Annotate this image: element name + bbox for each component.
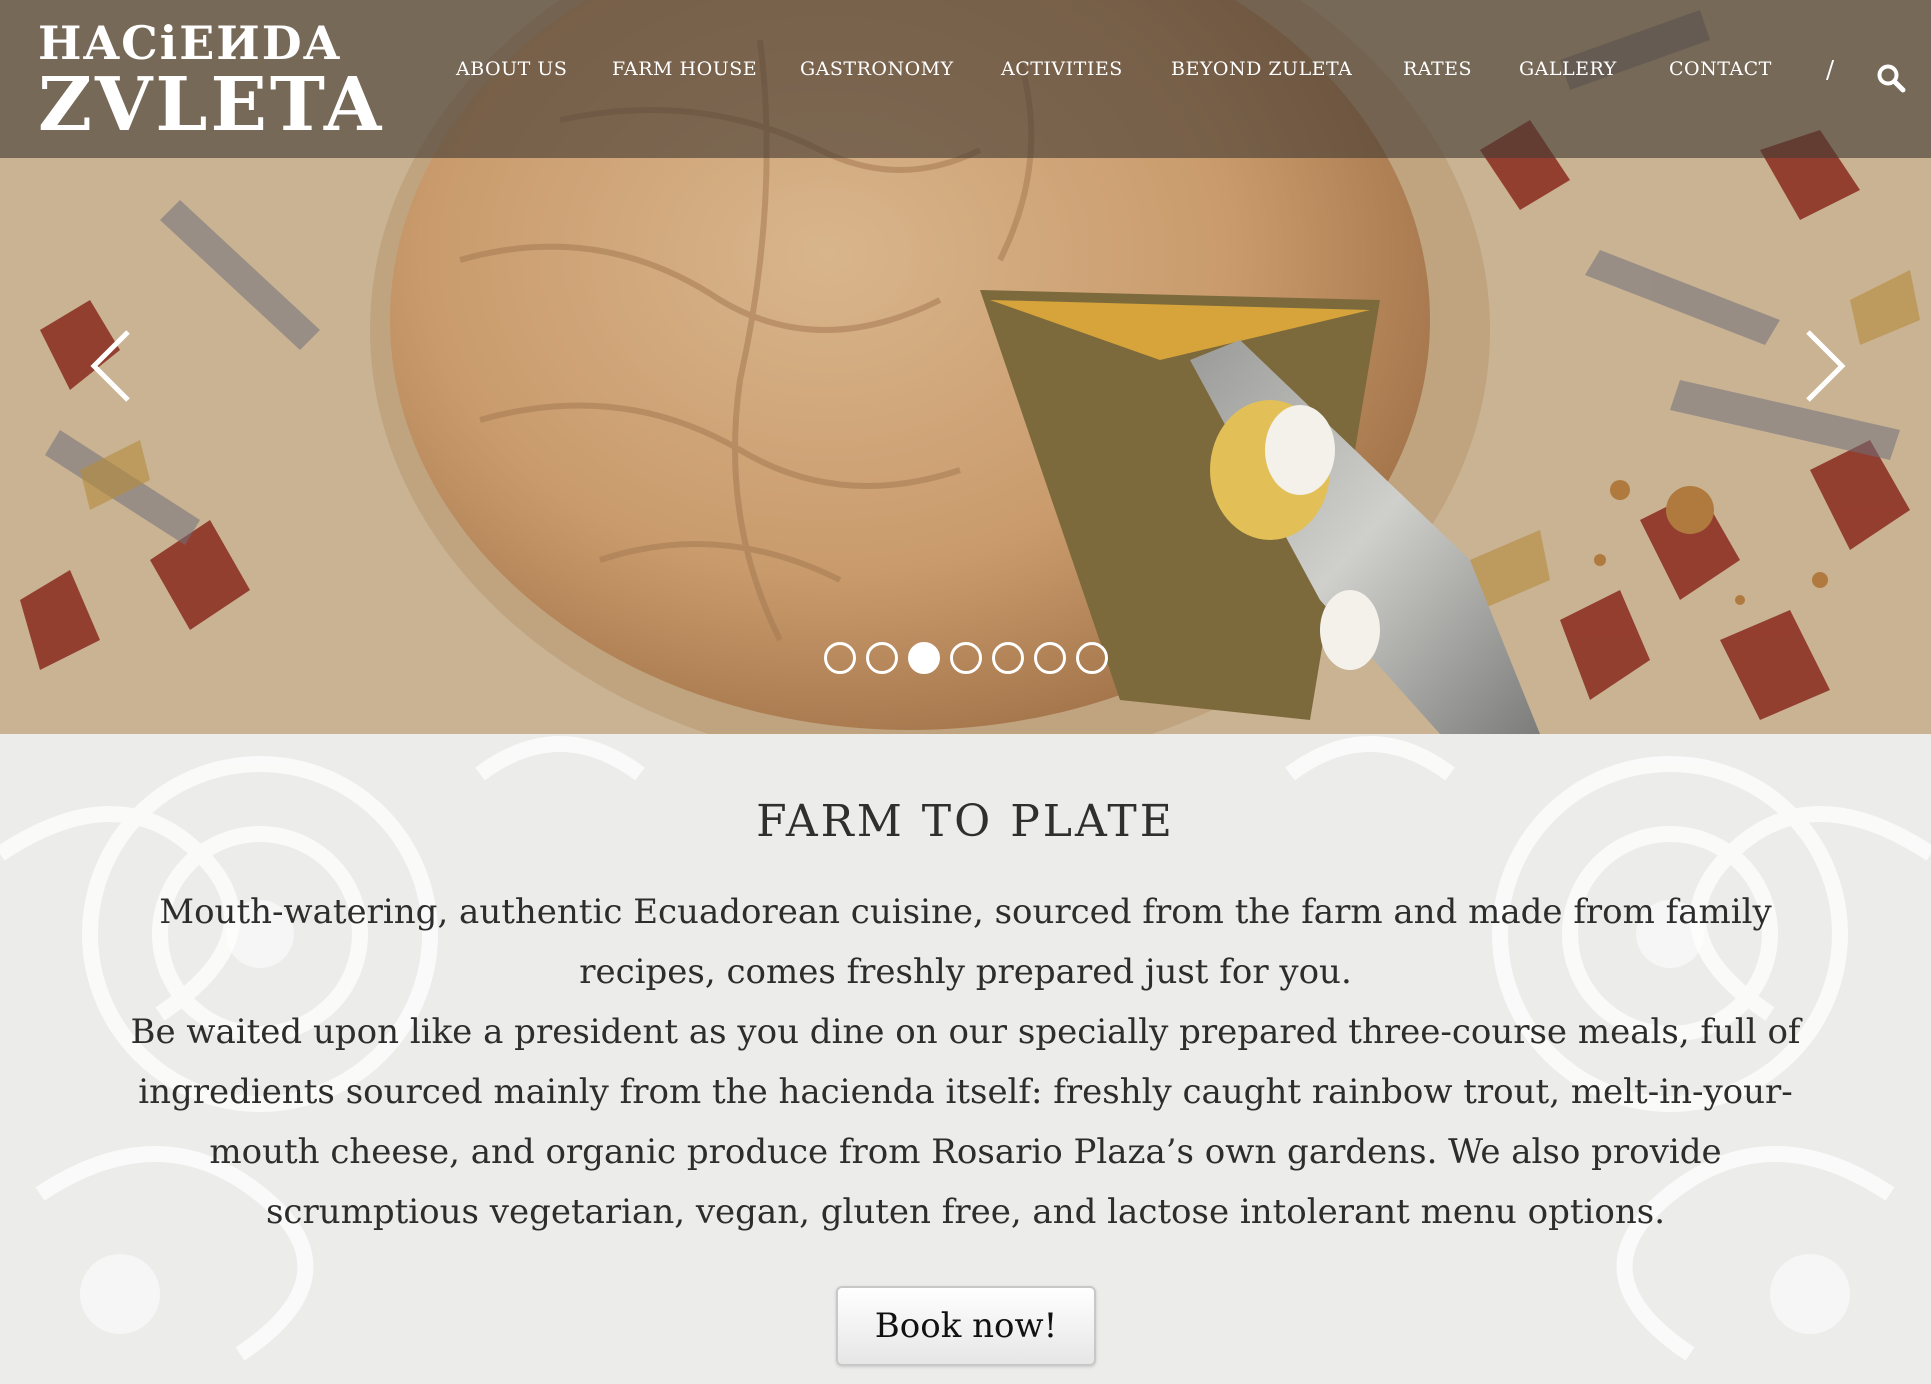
nav-gastronomy[interactable]: GASTRONOMY [800,58,954,80]
nav-separator: / [1826,56,1835,84]
farm-to-plate-section: FARM TO PLATE Mouth-watering, authentic … [0,734,1931,1384]
section-body: Mouth-watering, authentic Ecuadorean cui… [100,882,1831,1242]
carousel-dot[interactable] [1034,642,1066,674]
main-nav: ABOUT US FARM HOUSE GASTRONOMY ACTIVITIE… [0,58,1931,88]
carousel-dot[interactable] [824,642,856,674]
carousel-dot[interactable] [992,642,1024,674]
site-header: HACiEИDA ZVLETA ABOUT US FARM HOUSE GAST… [0,0,1931,158]
chevron-right-icon[interactable] [1802,328,1848,404]
chevron-left-icon[interactable] [88,328,134,404]
search-icon[interactable] [1876,63,1906,93]
hero-carousel: HACiEИDA ZVLETA ABOUT US FARM HOUSE GAST… [0,0,1931,734]
nav-rates[interactable]: RATES [1403,58,1472,80]
book-now-button[interactable]: Book now! [836,1286,1096,1366]
carousel-dot-active[interactable] [908,642,940,674]
nav-contact[interactable]: CONTACT [1669,58,1772,80]
carousel-dot[interactable] [950,642,982,674]
section-paragraph-2: Be waited upon like a president as you d… [130,1012,1801,1232]
nav-about-us[interactable]: ABOUT US [456,58,567,80]
carousel-pagination [824,642,1114,676]
carousel-dot[interactable] [1076,642,1108,674]
nav-gallery[interactable]: GALLERY [1519,58,1617,80]
nav-beyond-zuleta[interactable]: BEYOND ZULETA [1171,58,1352,80]
nav-farm-house[interactable]: FARM HOUSE [612,58,757,80]
carousel-dot[interactable] [866,642,898,674]
section-title: FARM TO PLATE [756,796,1175,847]
section-paragraph-1: Mouth-watering, authentic Ecuadorean cui… [159,892,1772,992]
nav-activities[interactable]: ACTIVITIES [1001,58,1123,80]
